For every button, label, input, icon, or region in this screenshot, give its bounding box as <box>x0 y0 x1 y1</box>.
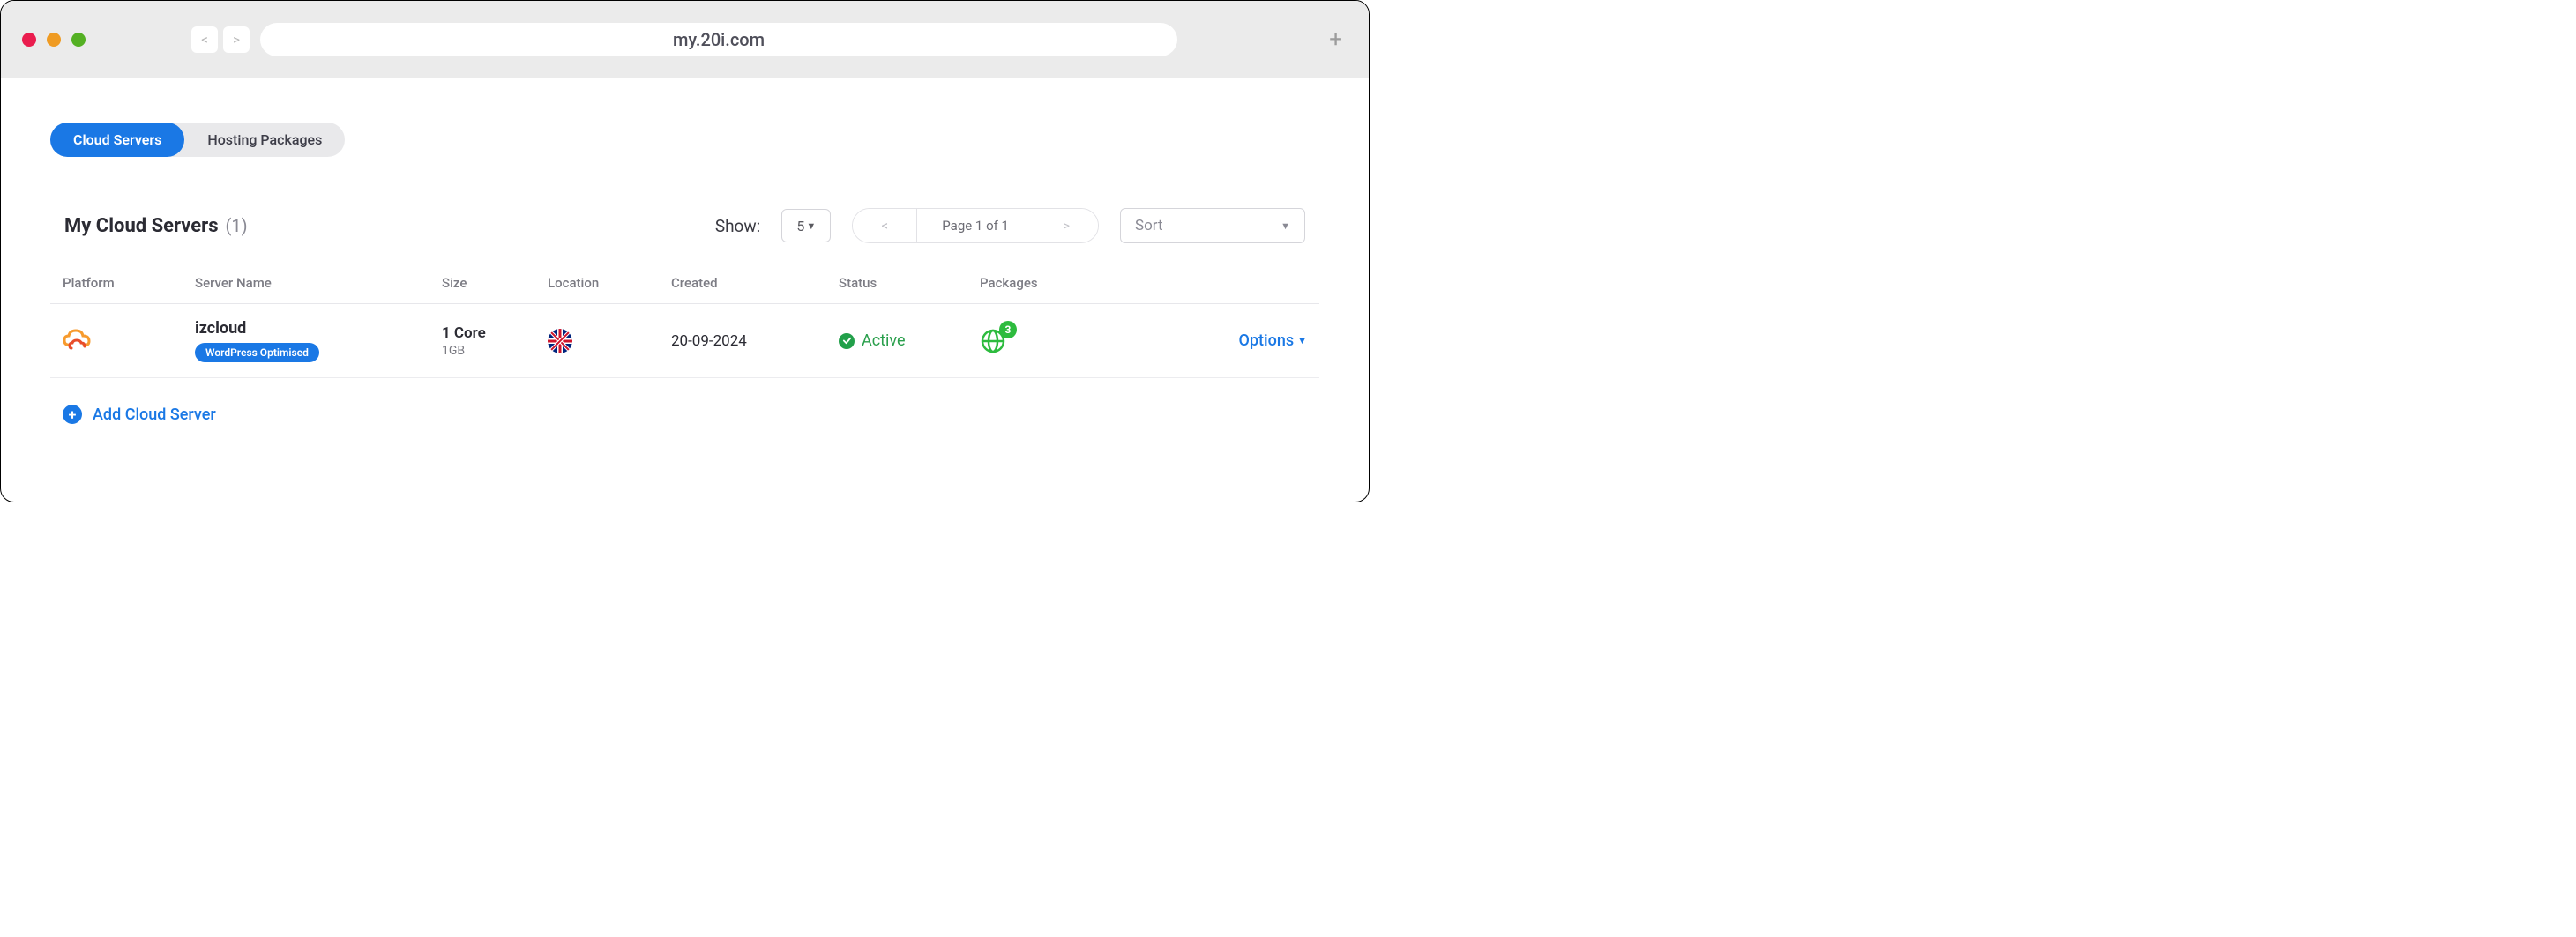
col-server-name: Server Name <box>195 275 442 291</box>
col-size: Size <box>442 275 548 291</box>
add-cloud-server-row[interactable]: + Add Cloud Server <box>50 405 1319 424</box>
packages-icon-wrap[interactable]: 3 <box>980 328 1006 354</box>
address-bar[interactable]: my.20i.com <box>260 23 1177 56</box>
server-name-cell: izcloud WordPress Optimised <box>195 319 442 362</box>
forward-button[interactable]: > <box>223 26 250 53</box>
browser-chrome-bar: < > my.20i.com + <box>1 1 1369 78</box>
options-cell: Options ▼ <box>1147 331 1307 350</box>
location-cell <box>548 329 671 353</box>
show-value: 5 <box>796 218 804 234</box>
add-cloud-server-label: Add Cloud Server <box>93 405 216 424</box>
close-window-icon[interactable] <box>22 33 36 47</box>
col-platform: Platform <box>63 275 195 291</box>
page-content: Cloud Servers Hosting Packages My Cloud … <box>1 78 1369 450</box>
pager-label: Page 1 of 1 <box>916 209 1034 242</box>
minimize-window-icon[interactable] <box>47 33 61 47</box>
maximize-window-icon[interactable] <box>71 33 86 47</box>
options-label: Options <box>1239 331 1295 350</box>
pager-next-button[interactable]: > <box>1034 209 1098 242</box>
col-created: Created <box>671 275 839 291</box>
page-title: My Cloud Servers <box>64 215 219 237</box>
table-row: izcloud WordPress Optimised 1 Core 1GB <box>50 304 1319 378</box>
col-location: Location <box>548 275 671 291</box>
size-cell: 1 Core 1GB <box>442 324 548 358</box>
nav-buttons: < > <box>191 26 250 53</box>
chevron-down-icon: ▼ <box>806 220 816 232</box>
section-tabs: Cloud Servers Hosting Packages <box>50 123 345 157</box>
sort-select[interactable]: Sort ▼ <box>1120 208 1305 243</box>
packages-cell: 3 <box>980 328 1147 354</box>
status-cell: Active <box>839 331 980 350</box>
platform-icon <box>63 325 195 357</box>
size-cores: 1 Core <box>442 324 548 342</box>
col-packages: Packages <box>980 275 1147 291</box>
tab-hosting-packages[interactable]: Hosting Packages <box>184 123 345 157</box>
show-label: Show: <box>715 216 760 236</box>
page-title-wrap: My Cloud Servers (1) <box>64 215 248 237</box>
pager: < Page 1 of 1 > <box>852 208 1099 243</box>
show-per-page-select[interactable]: 5 ▼ <box>781 209 831 242</box>
back-button[interactable]: < <box>191 26 218 53</box>
uk-flag-icon <box>548 329 572 353</box>
server-badge: WordPress Optimised <box>195 343 319 362</box>
servers-table: Platform Server Name Size Location Creat… <box>50 275 1319 378</box>
list-controls: Show: 5 ▼ < Page 1 of 1 > Sort ▼ <box>715 208 1305 243</box>
package-count-badge: 3 <box>999 321 1017 338</box>
chevron-down-icon: ▼ <box>1297 335 1307 346</box>
col-status: Status <box>839 275 980 291</box>
list-header: My Cloud Servers (1) Show: 5 ▼ < Page 1 … <box>50 208 1319 243</box>
page-count: (1) <box>226 215 248 236</box>
pager-prev-button[interactable]: < <box>853 209 916 242</box>
options-dropdown[interactable]: Options ▼ <box>1239 331 1308 350</box>
new-tab-button[interactable]: + <box>1329 26 1342 53</box>
status-check-icon <box>839 333 855 349</box>
cloud-platform-icon <box>63 325 91 353</box>
sort-label: Sort <box>1135 217 1163 234</box>
plus-circle-icon: + <box>63 405 82 424</box>
table-header-row: Platform Server Name Size Location Creat… <box>50 275 1319 304</box>
server-name[interactable]: izcloud <box>195 319 246 338</box>
created-date: 20-09-2024 <box>671 332 839 350</box>
chevron-down-icon: ▼ <box>1281 220 1290 232</box>
status-text: Active <box>862 331 906 350</box>
browser-window: < > my.20i.com + Cloud Servers Hosting P… <box>0 0 1370 502</box>
tab-cloud-servers[interactable]: Cloud Servers <box>50 123 184 157</box>
traffic-lights <box>22 33 86 47</box>
size-memory: 1GB <box>442 344 548 358</box>
